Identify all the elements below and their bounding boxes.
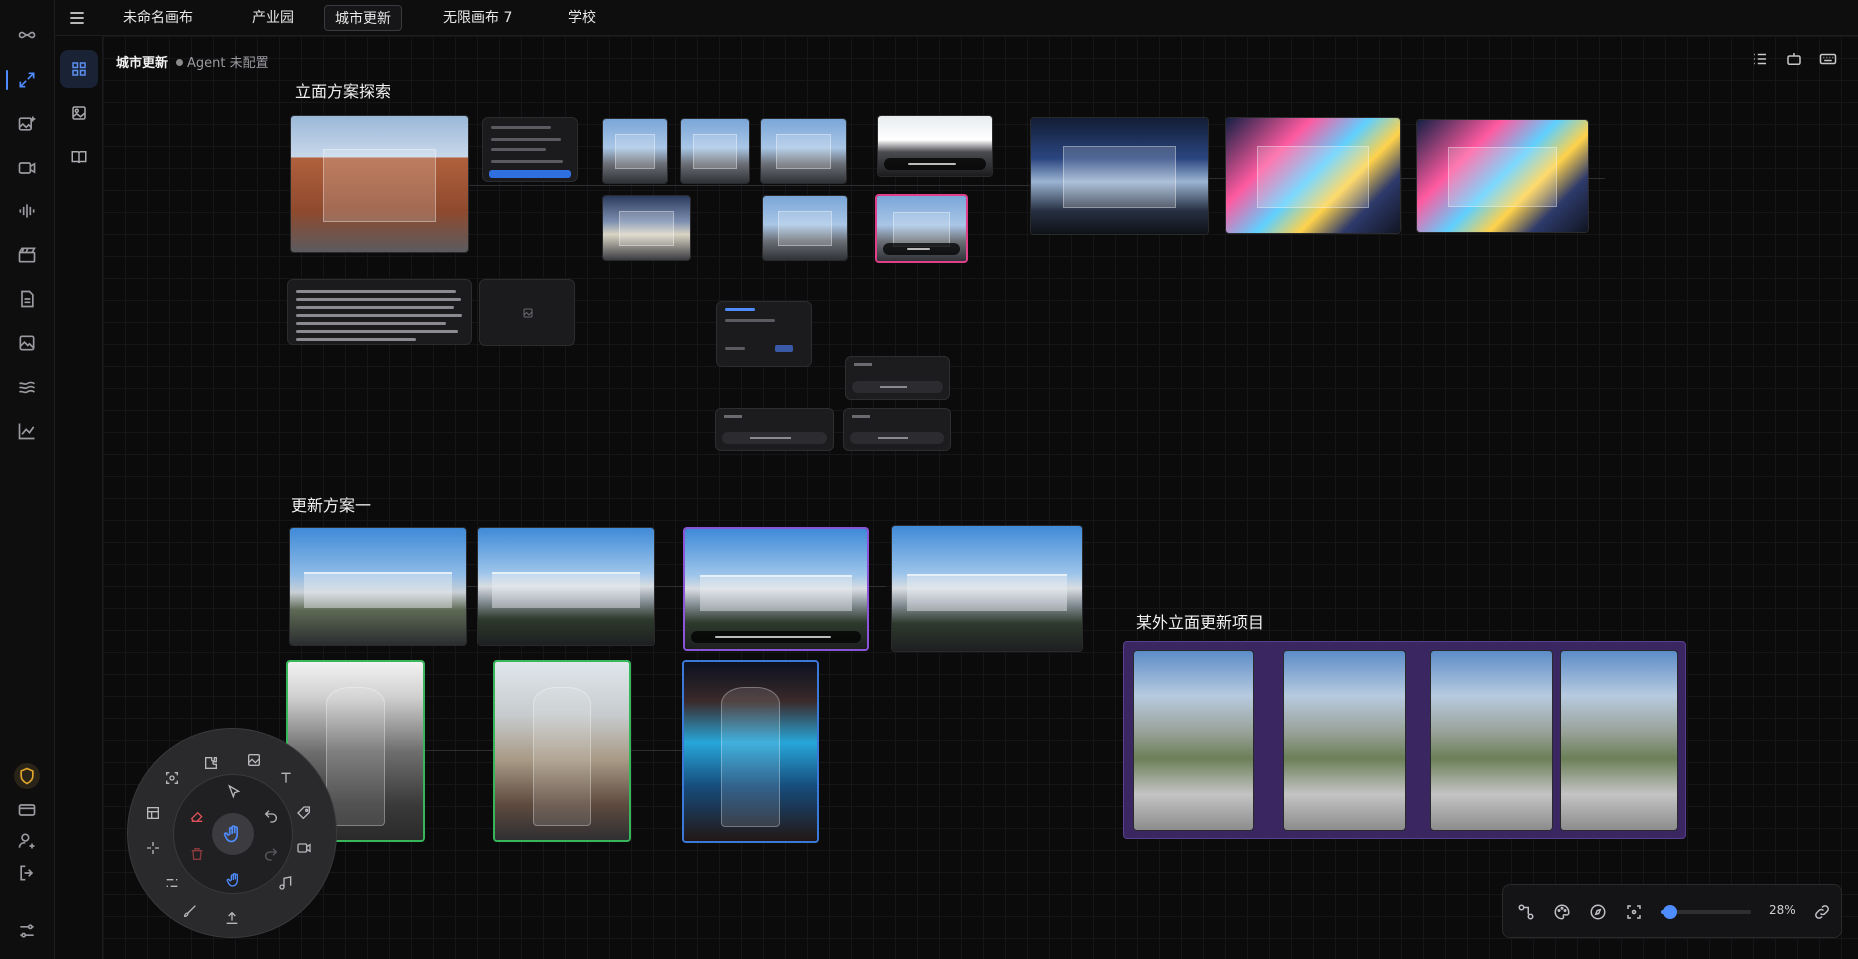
image-node[interactable] bbox=[1030, 117, 1209, 235]
active-indicator bbox=[6, 70, 8, 90]
image-node[interactable] bbox=[1560, 650, 1678, 831]
redo-icon[interactable] bbox=[262, 845, 280, 863]
video-node-selected[interactable] bbox=[875, 194, 968, 263]
breadcrumb: 城市更新 Agent 未配置 bbox=[116, 52, 269, 71]
hand-tool-center-icon[interactable] bbox=[212, 813, 254, 855]
clapper-icon[interactable] bbox=[14, 242, 40, 268]
left-rail bbox=[0, 0, 55, 959]
image-node[interactable] bbox=[289, 527, 467, 646]
upload-icon[interactable] bbox=[223, 909, 241, 927]
image-node[interactable] bbox=[1133, 650, 1254, 831]
image-add-icon[interactable] bbox=[14, 111, 40, 137]
hand-icon[interactable] bbox=[225, 871, 243, 889]
tab-untitled-canvas[interactable]: 未命名画布 bbox=[113, 5, 203, 31]
generation-panel[interactable] bbox=[482, 117, 578, 182]
image-node[interactable] bbox=[1416, 119, 1589, 233]
radial-tool-menu[interactable] bbox=[127, 728, 337, 938]
trash-icon[interactable] bbox=[188, 845, 206, 863]
image-node[interactable] bbox=[1225, 117, 1401, 234]
image-node[interactable] bbox=[477, 527, 655, 646]
tab-bar: 未命名画布 产业园 城市更新 无限画布 7 学校 bbox=[55, 0, 1858, 36]
compass-icon[interactable] bbox=[1589, 903, 1607, 921]
section-title-exterior: 某外立面更新项目 bbox=[1136, 613, 1265, 632]
image-icon[interactable] bbox=[60, 94, 98, 132]
tab-school[interactable]: 学校 bbox=[558, 5, 606, 31]
menu-icon[interactable] bbox=[67, 8, 87, 28]
image-node-selected[interactable] bbox=[493, 660, 631, 842]
zoom-toolbar: 28% bbox=[1502, 884, 1842, 938]
waves-icon[interactable] bbox=[14, 374, 40, 400]
tag-icon[interactable] bbox=[295, 804, 313, 822]
model-config-panel[interactable] bbox=[716, 301, 812, 367]
secondary-rail bbox=[55, 36, 103, 959]
palette-icon[interactable] bbox=[1553, 903, 1571, 921]
cursor-icon[interactable] bbox=[225, 783, 243, 801]
sparkle-icon[interactable] bbox=[144, 839, 162, 857]
logout-icon[interactable] bbox=[14, 860, 40, 886]
tab-industrial-park[interactable]: 产业园 bbox=[242, 5, 304, 31]
list-icon[interactable] bbox=[1751, 50, 1771, 70]
audio-wave-icon[interactable] bbox=[14, 198, 40, 224]
audio-node[interactable] bbox=[845, 356, 950, 400]
image-node[interactable] bbox=[762, 195, 848, 261]
table-icon[interactable] bbox=[144, 804, 162, 822]
image-node[interactable] bbox=[760, 118, 847, 184]
image-node[interactable] bbox=[602, 195, 691, 261]
focus-icon[interactable] bbox=[1625, 903, 1643, 921]
eraser-icon[interactable] bbox=[188, 807, 206, 825]
video-icon[interactable] bbox=[295, 839, 313, 857]
image-icon[interactable] bbox=[245, 751, 263, 769]
gallery-icon[interactable] bbox=[14, 330, 40, 356]
video-icon[interactable] bbox=[14, 155, 40, 181]
image-node-selected[interactable] bbox=[682, 660, 819, 843]
link-icon[interactable] bbox=[1813, 903, 1831, 921]
agent-status[interactable]: Agent 未配置 bbox=[187, 56, 269, 71]
prompt-text-node[interactable] bbox=[287, 279, 472, 345]
section-title-facade: 立面方案探索 bbox=[295, 82, 392, 101]
music-icon[interactable] bbox=[277, 874, 295, 892]
image-node[interactable] bbox=[290, 115, 469, 253]
video-node-selected[interactable] bbox=[683, 527, 869, 651]
image-node[interactable] bbox=[891, 525, 1083, 652]
video-node[interactable] bbox=[877, 115, 993, 177]
image-node[interactable] bbox=[1430, 650, 1553, 831]
filter-icon[interactable] bbox=[163, 874, 181, 892]
empty-image-node[interactable] bbox=[479, 279, 575, 346]
tab-urban-renewal[interactable]: 城市更新 bbox=[324, 5, 402, 31]
text-icon[interactable] bbox=[277, 769, 295, 787]
canvas-name: 城市更新 bbox=[116, 56, 169, 71]
audio-node[interactable] bbox=[715, 408, 834, 451]
image-node[interactable] bbox=[602, 118, 668, 184]
scan-icon[interactable] bbox=[163, 769, 181, 787]
section-title-update-one: 更新方案一 bbox=[291, 496, 372, 515]
chart-icon[interactable] bbox=[14, 418, 40, 444]
tab-infinite-canvas-7[interactable]: 无限画布 7 bbox=[433, 5, 522, 31]
keyboard-icon[interactable] bbox=[1819, 50, 1839, 70]
expand-icon[interactable] bbox=[14, 67, 40, 93]
agent-status-dot bbox=[176, 59, 184, 66]
card-icon[interactable] bbox=[14, 797, 40, 823]
zoom-slider[interactable] bbox=[1661, 905, 1751, 919]
document-icon[interactable] bbox=[14, 286, 40, 312]
brush-icon[interactable] bbox=[181, 902, 199, 920]
image-placeholder-icon bbox=[523, 308, 533, 318]
nodes-icon[interactable] bbox=[1517, 903, 1535, 921]
zoom-slider-knob[interactable] bbox=[1663, 905, 1677, 919]
connector bbox=[468, 185, 1068, 186]
zoom-value: 28% bbox=[1769, 903, 1796, 917]
grid-icon[interactable] bbox=[60, 50, 98, 88]
image-node[interactable] bbox=[680, 118, 750, 184]
sliders-icon[interactable] bbox=[14, 918, 40, 944]
user-settings-icon[interactable] bbox=[14, 828, 40, 854]
book-icon[interactable] bbox=[60, 138, 98, 176]
shield-icon[interactable] bbox=[14, 763, 40, 789]
undo-icon[interactable] bbox=[262, 807, 280, 825]
logo-infinity-icon[interactable] bbox=[14, 22, 40, 48]
image-node[interactable] bbox=[1283, 650, 1406, 831]
robot-icon[interactable] bbox=[1785, 50, 1805, 70]
group-frame[interactable] bbox=[1123, 641, 1686, 839]
puzzle-icon[interactable] bbox=[202, 754, 220, 772]
audio-node[interactable] bbox=[843, 408, 951, 451]
